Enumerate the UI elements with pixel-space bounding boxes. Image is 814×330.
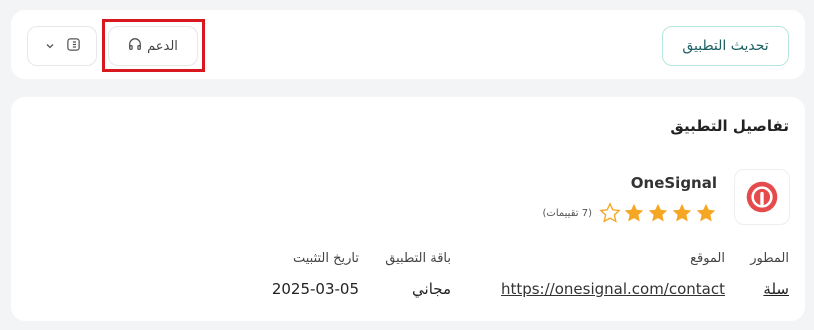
rating-stars: (7 تقييمات) — [543, 202, 717, 224]
star-outline-icon — [599, 202, 621, 224]
headphones-icon — [128, 37, 142, 55]
star-icon — [647, 202, 669, 224]
star-icon — [695, 202, 717, 224]
app-name: OneSignal — [630, 174, 717, 192]
plan-value: مجاني — [412, 280, 451, 298]
star-icon — [623, 202, 645, 224]
star-icon — [671, 202, 693, 224]
rating-count: (7 تقييمات) — [542, 207, 592, 219]
onesignal-logo-icon — [746, 181, 778, 213]
app-logo — [734, 169, 790, 225]
developer-label: المطور — [750, 251, 789, 266]
install-date-value: 2025-03-05 — [271, 280, 359, 298]
install-date-label: تاريخ التثبيت — [292, 251, 359, 266]
website-link[interactable]: https://onesignal.com/contact — [501, 280, 725, 298]
chevron-down-icon — [44, 37, 56, 56]
website-label: الموقع — [690, 251, 725, 266]
update-app-label: تحديث التطبيق — [682, 38, 769, 54]
update-app-button[interactable]: تحديث التطبيق — [662, 26, 789, 66]
more-menu-button[interactable] — [27, 26, 97, 66]
support-label: الدعم — [147, 38, 178, 54]
list-icon — [66, 37, 81, 56]
section-title: تفاصيل التطبيق — [670, 117, 789, 135]
plan-label: باقة التطبيق — [385, 251, 451, 266]
support-button[interactable]: الدعم — [108, 26, 198, 66]
top-toolbar: تحديث التطبيق الدعم — [11, 10, 805, 79]
developer-link[interactable]: سلة — [763, 280, 789, 298]
app-details-card: تفاصيل التطبيق OneSignal (7 تقييمات) الم… — [11, 97, 805, 321]
